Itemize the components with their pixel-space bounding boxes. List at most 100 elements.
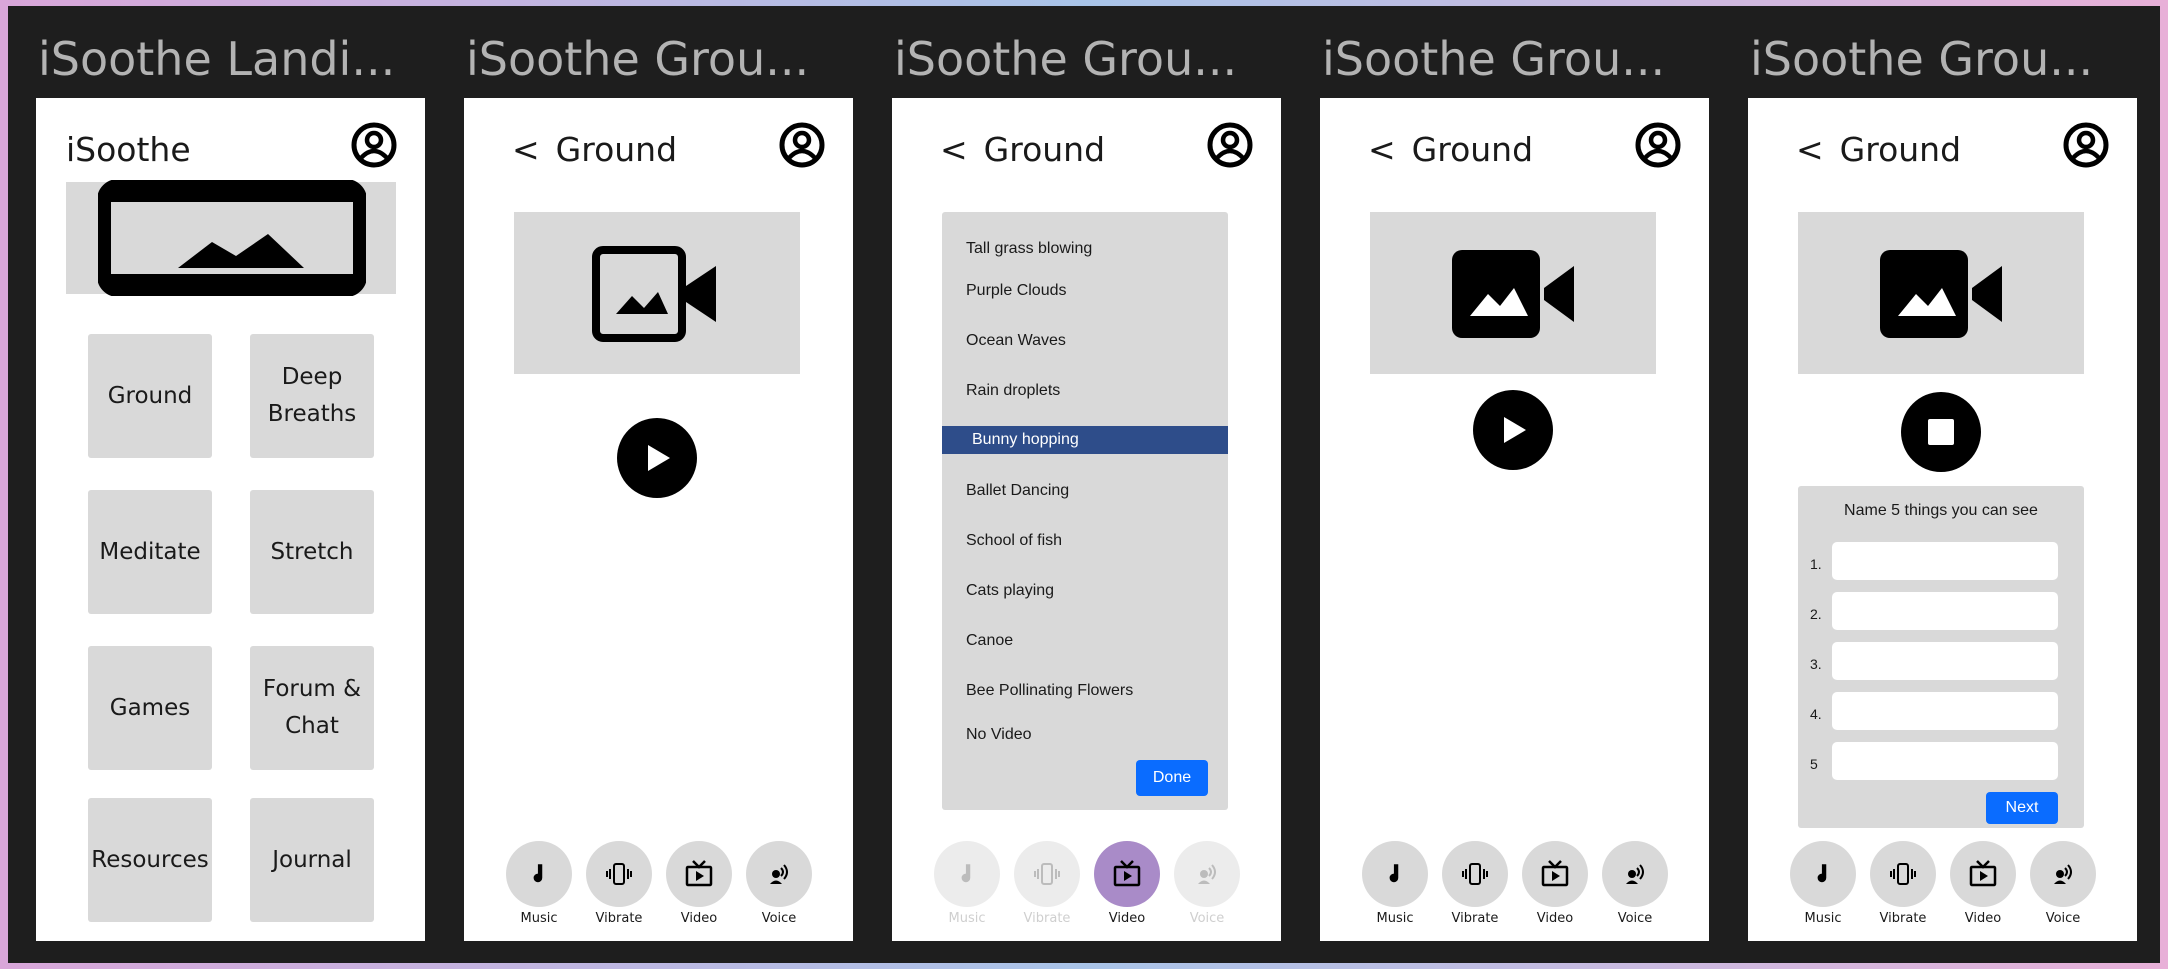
toolbar-video[interactable]: Video <box>664 841 734 926</box>
back-button[interactable]: < Ground <box>1796 130 1961 169</box>
answer-input-4[interactable] <box>1832 692 2058 730</box>
video-camera-icon <box>1876 242 2006 346</box>
toolbar-music-label: Music <box>1804 911 1842 926</box>
next-button[interactable]: Next <box>1986 792 2058 824</box>
music-note-icon <box>1382 861 1408 887</box>
tile-games[interactable]: Games <box>88 646 212 770</box>
play-button[interactable] <box>617 418 697 498</box>
grounding-exercise-card: Name 5 things you can see 1. 2. 3. 4. 5 … <box>1798 486 2084 828</box>
frame-title-ground-3[interactable]: iSoothe Grou... <box>1322 32 1665 86</box>
frame-title-landing[interactable]: iSoothe Landi... <box>38 32 395 86</box>
toolbar-voice[interactable]: Voice <box>1172 841 1242 926</box>
chevron-left-icon: < <box>1796 130 1824 169</box>
toolbar-music[interactable]: Music <box>932 841 1002 926</box>
toolbar-voice-label: Voice <box>1617 911 1653 926</box>
video-option[interactable]: No Video <box>966 726 1032 744</box>
video-preview <box>514 212 800 374</box>
video-option[interactable]: Tall grass blowing <box>966 240 1092 258</box>
toolbar-music-label: Music <box>520 911 558 926</box>
profile-avatar-icon[interactable] <box>779 122 825 168</box>
frame-ground-video-picker: < Ground Tall grass blowing Purple Cloud… <box>892 98 1281 941</box>
answer-number: 4. <box>1810 706 1822 722</box>
toolbar-video-label: Video <box>1964 911 2002 926</box>
toolbar-voice-label: Voice <box>761 911 797 926</box>
toolbar-video[interactable]: Video <box>1092 841 1162 926</box>
stop-button[interactable] <box>1901 392 1981 472</box>
screen-title: Ground <box>1411 130 1534 169</box>
tile-ground[interactable]: Ground <box>88 334 212 458</box>
profile-avatar-icon[interactable] <box>2063 122 2109 168</box>
tile-journal[interactable]: Journal <box>250 798 374 922</box>
done-button[interactable]: Done <box>1136 760 1208 796</box>
tile-resources[interactable]: Resources <box>88 798 212 922</box>
tv-icon <box>1968 859 1998 889</box>
toolbar-music[interactable]: Music <box>1360 841 1430 926</box>
toolbar-video-label: Video <box>1536 911 1574 926</box>
exercise-prompt: Name 5 things you can see <box>1844 502 2038 519</box>
tile-meditate[interactable]: Meditate <box>88 490 212 614</box>
toolbar-music[interactable]: Music <box>1788 841 1858 926</box>
voice-icon <box>765 860 793 888</box>
frame-title-ground-2[interactable]: iSoothe Grou... <box>894 32 1237 86</box>
chevron-left-icon: < <box>1368 130 1396 169</box>
toolbar-vibrate[interactable]: Vibrate <box>1868 841 1938 926</box>
back-button[interactable]: < Ground <box>1368 130 1533 169</box>
stop-icon <box>1928 419 1954 445</box>
video-list-dropdown: Tall grass blowing Purple Clouds Ocean W… <box>942 212 1228 810</box>
screen-title: Ground <box>983 130 1106 169</box>
toolbar-voice[interactable]: Voice <box>744 841 814 926</box>
selected-video-label: Bunny hopping <box>972 431 1079 448</box>
media-toolbar: Music Vibrate Video Voice <box>1360 841 1670 937</box>
frame-landing: iSoothe Ground Deep Breaths Meditate Stre… <box>36 98 425 941</box>
tile-stretch[interactable]: Stretch <box>250 490 374 614</box>
toolbar-vibrate[interactable]: Vibrate <box>584 841 654 926</box>
frame-ground-exercise: < Ground Name 5 things you can see 1. 2.… <box>1748 98 2137 941</box>
video-option[interactable]: Ocean Waves <box>966 332 1066 350</box>
answer-number: 5 <box>1810 756 1818 772</box>
profile-avatar-icon[interactable] <box>1207 122 1253 168</box>
media-toolbar: Music Vibrate Video Voice <box>932 841 1242 937</box>
video-option-selected[interactable]: Bunny hopping <box>942 426 1228 454</box>
answer-input-2[interactable] <box>1832 592 2058 630</box>
video-option[interactable]: Canoe <box>966 632 1013 650</box>
toolbar-voice[interactable]: Voice <box>1600 841 1670 926</box>
design-canvas: iSoothe Landi... iSoothe Grou... iSoothe… <box>8 6 2160 963</box>
video-option[interactable]: Ballet Dancing <box>966 482 1069 500</box>
voice-icon <box>1193 860 1221 888</box>
toolbar-video[interactable]: Video <box>1520 841 1590 926</box>
back-button[interactable]: < Ground <box>512 130 677 169</box>
profile-avatar-icon[interactable] <box>1635 122 1681 168</box>
toolbar-video[interactable]: Video <box>1948 841 2018 926</box>
toolbar-vibrate[interactable]: Vibrate <box>1440 841 1510 926</box>
video-option[interactable]: Bee Pollinating Flowers <box>966 682 1133 700</box>
answer-input-1[interactable] <box>1832 542 2058 580</box>
answer-number: 1. <box>1810 556 1822 572</box>
toolbar-vibrate[interactable]: Vibrate <box>1012 841 1082 926</box>
video-option[interactable]: Purple Clouds <box>966 282 1067 300</box>
answer-input-3[interactable] <box>1832 642 2058 680</box>
music-note-icon <box>1810 861 1836 887</box>
tv-icon <box>1540 859 1570 889</box>
toolbar-music-label: Music <box>948 911 986 926</box>
tile-forum-chat[interactable]: Forum & Chat <box>250 646 374 770</box>
back-button[interactable]: < Ground <box>940 130 1105 169</box>
screen-title: Ground <box>1839 130 1962 169</box>
video-option[interactable]: Rain droplets <box>966 382 1060 400</box>
chevron-left-icon: < <box>512 130 540 169</box>
tile-deep-breaths[interactable]: Deep Breaths <box>250 334 374 458</box>
video-option[interactable]: School of fish <box>966 532 1062 550</box>
answer-input-5[interactable] <box>1832 742 2058 780</box>
video-preview <box>1798 212 2084 374</box>
toolbar-music[interactable]: Music <box>504 841 574 926</box>
toolbar-vibrate-label: Vibrate <box>1879 911 1927 926</box>
toolbar-voice[interactable]: Voice <box>2028 841 2098 926</box>
toolbar-vibrate-label: Vibrate <box>595 911 643 926</box>
video-option[interactable]: Cats playing <box>966 582 1054 600</box>
frame-title-ground-4[interactable]: iSoothe Grou... <box>1750 32 2093 86</box>
vibrate-icon <box>1889 860 1917 888</box>
play-button[interactable] <box>1473 390 1553 470</box>
frame-title-ground-1[interactable]: iSoothe Grou... <box>466 32 809 86</box>
toolbar-voice-label: Voice <box>2045 911 2081 926</box>
profile-avatar-icon[interactable] <box>351 122 397 168</box>
video-camera-icon <box>592 246 722 342</box>
